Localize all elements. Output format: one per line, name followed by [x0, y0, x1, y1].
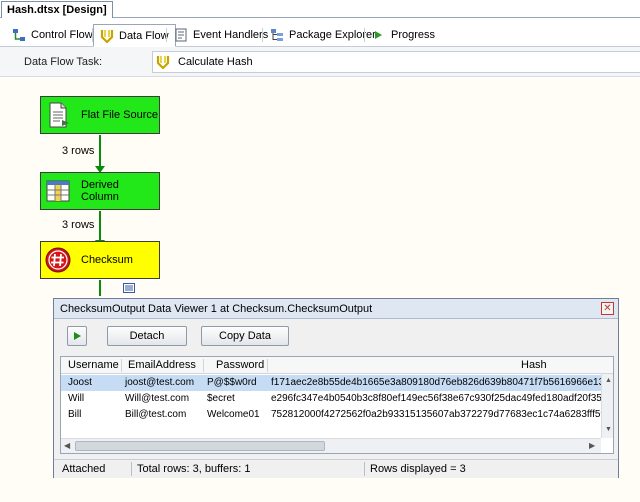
close-icon: ✕	[603, 303, 612, 314]
derived-column-node[interactable]: Derived Column	[40, 172, 160, 210]
column-header-hash[interactable]: Hash	[521, 359, 547, 371]
cell-username: Will	[68, 393, 85, 404]
data-viewer-titlebar[interactable]: ChecksumOutput Data Viewer 1 at Checksum…	[54, 299, 618, 319]
node-label: Derived Column	[81, 179, 119, 203]
data-flow-task-select[interactable]: Calculate Hash	[152, 51, 640, 73]
cell-hash: 752812000f4272562f0a2b93315135607ab37227…	[271, 409, 614, 420]
document-tabstrip: Hash.dtsx [Design]	[0, 0, 640, 18]
path-label: 3 rows	[62, 219, 95, 231]
data-viewer-title: ChecksumOutput Data Viewer 1 at Checksum…	[60, 303, 373, 315]
cell-email: Bill@test.com	[125, 409, 187, 420]
column-header-username[interactable]: Username	[68, 359, 119, 371]
grid-header: Username EmailAddress Password Hash	[61, 357, 613, 374]
path-line[interactable]	[99, 135, 101, 167]
node-label: Flat File Source	[81, 109, 159, 121]
scroll-right-icon[interactable]: ▶	[589, 441, 595, 450]
data-flow-icon	[100, 29, 114, 43]
tab-label: Control Flow	[31, 29, 93, 41]
cell-email: Will@test.com	[125, 393, 190, 404]
cell-email: joost@test.com	[125, 377, 195, 388]
horizontal-scrollbar[interactable]: ◀ ▶	[61, 438, 601, 453]
tab-label: Package Explorer	[289, 29, 376, 41]
cell-username: Bill	[68, 409, 82, 420]
control-flow-icon	[13, 29, 25, 41]
cell-hash: f171aec2e8b55de4b1665e3a809180d76eb826d6…	[271, 377, 614, 388]
play-button[interactable]	[67, 326, 87, 346]
checksum-icon	[45, 247, 71, 273]
table-row[interactable]: Will Will@test.com $ecret e296fc347e4b05…	[61, 391, 613, 407]
tab-label: Data Flow	[119, 29, 169, 42]
status-divider	[131, 462, 132, 476]
path-line	[99, 280, 101, 296]
scroll-thumb[interactable]	[75, 441, 325, 451]
cell-password: Welcome01	[207, 409, 260, 420]
data-viewer-status-bar: Attached Total rows: 3, buffers: 1 Rows …	[54, 459, 618, 478]
play-icon	[74, 332, 81, 340]
document-tab[interactable]: Hash.dtsx [Design]	[1, 1, 113, 18]
data-viewer-window[interactable]: ChecksumOutput Data Viewer 1 at Checksum…	[53, 298, 619, 478]
tab-label: Progress	[391, 29, 436, 41]
data-viewer-icon[interactable]	[123, 283, 135, 295]
cell-username: Joost	[68, 377, 92, 388]
tab-data-flow[interactable]: Data Flow	[93, 24, 176, 47]
column-header-email[interactable]: EmailAddress	[128, 359, 196, 371]
tab-label: Event Handlers	[193, 29, 269, 41]
copy-data-button[interactable]: Copy Data	[201, 326, 289, 346]
table-row[interactable]: Bill Bill@test.com Welcome01 752812000f4…	[61, 407, 613, 423]
table-row[interactable]: Joost joost@test.com P@$$w0rd f171aec2e8…	[61, 375, 613, 391]
status-divider	[364, 462, 365, 476]
data-grid[interactable]: Username EmailAddress Password Hash Joos…	[60, 356, 614, 454]
node-label: Checksum	[81, 254, 133, 266]
derived-column-icon	[46, 180, 70, 202]
cell-hash: e296fc347e4b0540b3c8f80ef149ec56f38e67c9…	[271, 393, 614, 404]
close-button[interactable]: ✕	[601, 302, 614, 315]
data-flow-task-label: Data Flow Task:	[24, 56, 103, 68]
tab-separator	[364, 28, 365, 42]
status-rows-displayed: Rows displayed = 3	[370, 463, 466, 475]
tab-control-flow[interactable]: Control Flow	[6, 24, 99, 46]
designer-tabs: Control Flow Data Flow Event Handlers Pa…	[0, 22, 640, 47]
scroll-left-icon[interactable]: ◀	[64, 441, 70, 450]
checksum-node[interactable]: Checksum	[40, 241, 160, 279]
data-flow-icon	[156, 56, 170, 69]
data-flow-task-bar: Data Flow Task: Calculate Hash	[0, 47, 640, 77]
status-state: Attached	[62, 463, 106, 475]
event-handlers-icon	[175, 28, 187, 42]
tab-progress[interactable]: Progress	[366, 24, 441, 46]
tab-separator	[166, 28, 167, 42]
column-header-password[interactable]: Password	[216, 359, 264, 371]
vertical-scrollbar[interactable]: ▲ ▼	[601, 374, 613, 438]
scroll-up-icon[interactable]: ▲	[605, 377, 612, 384]
cell-password: $ecret	[207, 393, 235, 404]
package-explorer-icon	[271, 29, 283, 41]
data-flow-task-value: Calculate Hash	[178, 56, 253, 68]
cell-password: P@$$w0rd	[207, 377, 257, 388]
tab-separator	[262, 28, 263, 42]
progress-arrow-icon	[375, 31, 382, 39]
path-label: 3 rows	[62, 145, 95, 157]
status-total-rows: Total rows: 3, buffers: 1	[137, 463, 251, 475]
flat-file-icon	[49, 102, 69, 128]
tab-event-handlers[interactable]: Event Handlers	[168, 24, 274, 46]
path-line[interactable]	[99, 211, 101, 241]
detach-button[interactable]: Detach	[107, 326, 187, 346]
scroll-down-icon[interactable]: ▼	[605, 426, 612, 433]
flat-file-source-node[interactable]: Flat File Source	[40, 96, 160, 134]
